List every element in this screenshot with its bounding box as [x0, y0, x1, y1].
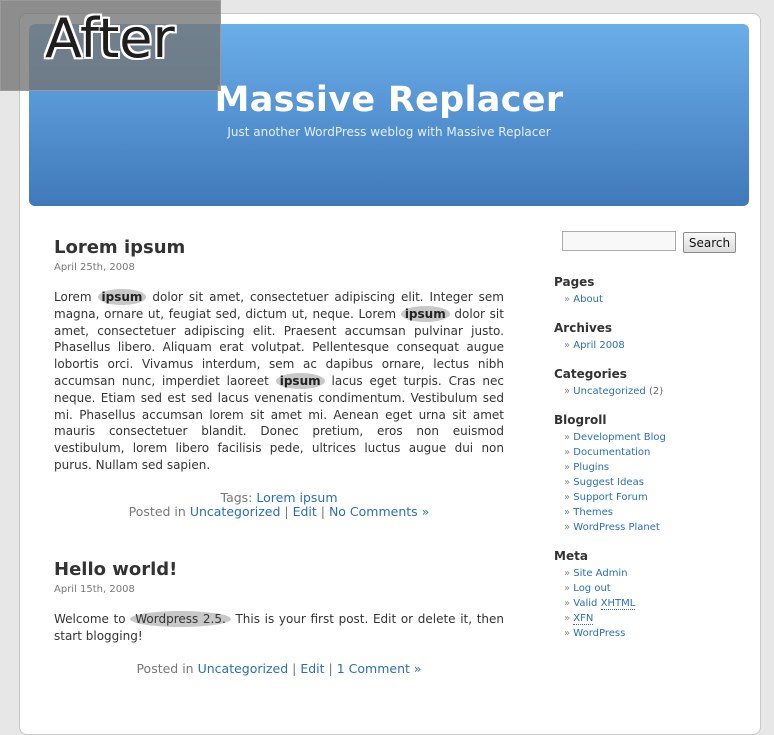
meta-item-xfn[interactable]: XFN — [573, 613, 594, 625]
sidebar-heading-blogroll: Blogroll — [554, 413, 607, 427]
sidebar-heading-meta: Meta — [554, 549, 588, 563]
post-meta: Posted in Uncategorized | Edit | 1 Comme… — [136, 661, 422, 676]
category-count: (2) — [648, 386, 664, 397]
edit-link[interactable]: Edit — [300, 661, 324, 676]
site-description: Just another WordPress weblog with Massi… — [227, 125, 551, 139]
category-link[interactable]: Uncategorized — [190, 504, 281, 519]
category-link[interactable]: Uncategorized — [198, 661, 289, 676]
blogroll-item-themes[interactable]: Themes — [573, 507, 613, 518]
post-date: April 25th, 2008 — [54, 262, 135, 273]
sidebar-heading-archives: Archives — [554, 321, 613, 335]
categories-list: Uncategorized (2) — [564, 384, 663, 399]
post-text: lacus eget turpis. Cras nec neque. Etiam… — [54, 373, 504, 472]
blogroll-item-plugins[interactable]: Plugins — [573, 462, 609, 473]
search-button[interactable]: Search — [683, 232, 736, 253]
meta-item-log-out[interactable]: Log out — [573, 583, 610, 594]
comments-link[interactable]: No Comments » — [329, 504, 429, 519]
archives-list: April 2008 — [564, 338, 624, 353]
meta-item-valid-xhtml[interactable]: Valid XHTML — [573, 598, 636, 610]
highlighted-word: ipsum — [97, 289, 147, 305]
blogroll-item-development-blog[interactable]: Development Blog — [573, 432, 666, 443]
post-body: Lorem ipsum dolor sit amet, consectetuer… — [54, 289, 504, 474]
post-text: Welcome to — [54, 612, 126, 626]
xhtml-abbr: XHTML — [600, 598, 636, 610]
search-input[interactable] — [562, 231, 676, 251]
post-meta: Posted in Uncategorized | Edit | No Comm… — [128, 504, 430, 519]
post-date: April 15th, 2008 — [54, 584, 135, 595]
posted-in-label: Posted in — [136, 661, 194, 676]
blogroll-item-suggest-ideas[interactable]: Suggest Ideas — [573, 477, 644, 488]
tag-link-lorem-ipsum[interactable]: Lorem ipsum — [256, 490, 337, 505]
blogroll-item-support-forum[interactable]: Support Forum — [573, 492, 647, 503]
blogroll-list: Development Blog Documentation Plugins S… — [564, 430, 666, 535]
post-title-lorem-ipsum[interactable]: Lorem ipsum — [54, 237, 185, 258]
sidebar-item-april-2008[interactable]: April 2008 — [573, 340, 624, 351]
highlighted-phrase: Wordpress 2.5. — [130, 611, 231, 627]
after-overlay-label: After — [0, 0, 221, 91]
comments-link[interactable]: 1 Comment » — [337, 661, 422, 676]
meta-item-wordpress[interactable]: WordPress — [573, 628, 625, 639]
post-body: Welcome to Wordpress 2.5. This is your f… — [54, 611, 504, 645]
post-text: Lorem — [54, 290, 92, 304]
sidebar-item-about[interactable]: About — [573, 294, 603, 305]
sidebar-item-uncategorized[interactable]: Uncategorized — [573, 386, 645, 397]
valid-label: Valid — [573, 598, 598, 609]
blogroll-item-documentation[interactable]: Documentation — [573, 447, 650, 458]
after-label-text: After — [45, 7, 175, 70]
sidebar-heading-categories: Categories — [554, 367, 627, 381]
tags-label: Tags: — [220, 490, 253, 505]
meta-item-site-admin[interactable]: Site Admin — [573, 568, 627, 579]
highlighted-word: ipsum — [400, 305, 450, 322]
meta-list: Site Admin Log out Valid XHTML XFN WordP… — [564, 566, 636, 641]
post-title-hello-world[interactable]: Hello world! — [54, 559, 177, 580]
sidebar-heading-pages: Pages — [554, 275, 595, 289]
post-tags: Tags: Lorem ipsum — [54, 490, 504, 505]
highlighted-word: ipsum — [275, 372, 325, 389]
edit-link[interactable]: Edit — [293, 504, 317, 519]
posted-in-label: Posted in — [128, 504, 186, 519]
blogroll-item-wordpress-planet[interactable]: WordPress Planet — [573, 522, 660, 533]
pages-list: About — [564, 292, 603, 307]
